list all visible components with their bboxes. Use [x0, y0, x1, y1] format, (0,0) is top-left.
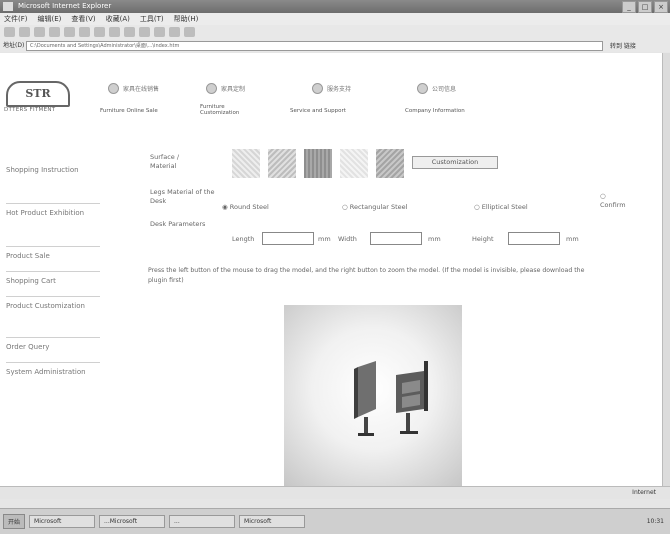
nav-label-zh: 家具定制 [221, 86, 246, 93]
height-unit: mm [566, 235, 579, 243]
length-input[interactable] [262, 232, 314, 245]
sidebar-item-system-administration[interactable]: System Administration [6, 362, 100, 403]
forward-icon[interactable] [19, 27, 30, 37]
refresh-icon[interactable] [49, 27, 60, 37]
length-label: Length [232, 235, 255, 243]
window-title: Microsoft Internet Explorer [18, 2, 112, 10]
sidebar-item-shopping-instruction[interactable]: Shopping Instruction [6, 161, 100, 203]
address-field[interactable]: C:\Documents and Settings\Administrator\… [26, 41, 603, 51]
width-label: Width [338, 235, 357, 243]
toolbar [0, 25, 670, 39]
discuss-icon[interactable] [184, 27, 195, 37]
material-swatch[interactable] [340, 149, 368, 178]
menu-bar: 文件(F) 编辑(E) 查看(V) 收藏(A) 工具(T) 帮助(H) [0, 13, 670, 25]
address-bar: 地址(D) C:\Documents and Settings\Administ… [0, 39, 670, 52]
back-icon[interactable] [4, 27, 15, 37]
menu-file[interactable]: 文件(F) [4, 13, 28, 25]
nav-service-and-support[interactable]: 服务支持 Service and Support [290, 83, 390, 114]
nav-label-zh: 服务支持 [327, 86, 352, 93]
nav-label-zh: 家具在线销售 [123, 86, 160, 93]
search-icon[interactable] [79, 27, 90, 37]
history-icon[interactable] [124, 27, 135, 37]
nav-label-zh: 公司信息 [432, 86, 457, 93]
ie-icon [3, 2, 13, 11]
media-icon[interactable] [109, 27, 120, 37]
taskbar-item[interactable]: Microsoft [29, 515, 96, 528]
model-instruction: Press the left button of the mouse to dr… [148, 267, 585, 284]
internet-zone: Internet [632, 489, 656, 496]
sidebar-item-hot-product[interactable]: Hot Product Exhibition [6, 203, 100, 246]
taskbar: 开始 Microsoft ...Microsoft ... Microsoft … [0, 508, 670, 534]
go-button[interactable]: 转到 链接 [610, 40, 636, 53]
radio-icon: ○ [342, 203, 350, 211]
maximize-button[interactable]: □ [638, 1, 652, 13]
sidebar-item-order-query[interactable]: Order Query [6, 337, 100, 362]
status-bar: Internet [0, 486, 670, 499]
system-clock: 10:31 [646, 518, 664, 525]
nav-icon [417, 83, 428, 94]
3d-model-viewer[interactable] [284, 305, 462, 486]
nav-furniture-customization[interactable]: 家具定制 Furniture Customization [200, 83, 262, 116]
radio-selected-icon: ◉ [222, 203, 230, 211]
width-input[interactable] [370, 232, 422, 245]
leg-option-elliptical[interactable]: ○ Elliptical Steel [474, 203, 528, 211]
menu-tools[interactable]: 工具(T) [140, 13, 164, 25]
nav-label-en: Furniture Online Sale [100, 108, 158, 114]
minimize-button[interactable]: _ [622, 1, 636, 13]
nav-icon [108, 83, 119, 94]
nav-label-en: Company Information [405, 108, 465, 114]
material-swatch[interactable] [232, 149, 260, 178]
taskbar-item[interactable]: ... [169, 515, 236, 528]
radio-icon: ○ [474, 203, 482, 211]
height-label: Height [472, 235, 494, 243]
width-unit: mm [428, 235, 441, 243]
length-unit: mm [318, 235, 331, 243]
customization-button[interactable]: Customization [412, 156, 498, 169]
menu-view[interactable]: 查看(V) [71, 13, 95, 25]
menu-edit[interactable]: 编辑(E) [38, 13, 62, 25]
leg-option-round[interactable]: ◉ Round Steel [222, 203, 269, 211]
menu-favorites[interactable]: 收藏(A) [106, 13, 130, 25]
nav-label-en: Service and Support [290, 108, 346, 114]
mail-icon[interactable] [139, 27, 150, 37]
nav-furniture-online-sale[interactable]: 家具在线销售 Furniture Online Sale [100, 83, 200, 114]
nav-company-information[interactable]: 公司信息 Company Information [405, 83, 515, 114]
menu-help[interactable]: 帮助(H) [174, 13, 199, 25]
desk-model-right [396, 361, 428, 434]
sidebar-item-shopping-cart[interactable]: Shopping Cart [6, 271, 100, 296]
vertical-scrollbar[interactable] [662, 53, 670, 486]
start-button[interactable]: 开始 [3, 514, 26, 529]
desk-parameters-label: Desk Parameters [150, 220, 206, 228]
radio-icon: ○ [600, 192, 606, 200]
nav-icon [206, 83, 217, 94]
edit-icon[interactable] [169, 27, 180, 37]
desk-model-left [354, 361, 376, 436]
legs-material-label: Legs Material of the Desk [150, 188, 215, 205]
taskbar-item[interactable]: ...Microsoft [99, 515, 166, 528]
nav-label-en: Furniture Customization [200, 104, 240, 116]
taskbar-item[interactable]: Microsoft [239, 515, 306, 528]
logo-subtitle: DTTERS FITMENT [4, 107, 56, 113]
home-icon[interactable] [64, 27, 75, 37]
sidebar: Shopping Instruction Hot Product Exhibit… [6, 161, 100, 403]
material-swatch[interactable] [376, 149, 404, 178]
window-title-bar: Microsoft Internet Explorer _ □ × [0, 0, 670, 13]
site-logo[interactable]: STR [6, 81, 70, 107]
stop-icon[interactable] [34, 27, 45, 37]
page-viewport: STR DTTERS FITMENT 家具在线销售 Furniture Onli… [0, 53, 662, 486]
nav-icon [312, 83, 323, 94]
sidebar-item-product-sale[interactable]: Product Sale [6, 246, 100, 271]
close-button[interactable]: × [654, 1, 668, 13]
material-swatch[interactable] [304, 149, 332, 178]
address-label: 地址(D) [3, 42, 25, 49]
print-icon[interactable] [154, 27, 165, 37]
leg-option-rectangular[interactable]: ○ Rectangular Steel [342, 203, 407, 211]
sidebar-item-product-customization[interactable]: Product Customization [6, 296, 100, 337]
height-input[interactable] [508, 232, 560, 245]
confirm-option[interactable]: ○ Confirm [600, 192, 640, 210]
surface-label: Surface / Material [150, 153, 180, 170]
favorites-icon[interactable] [94, 27, 105, 37]
material-swatch[interactable] [268, 149, 296, 178]
